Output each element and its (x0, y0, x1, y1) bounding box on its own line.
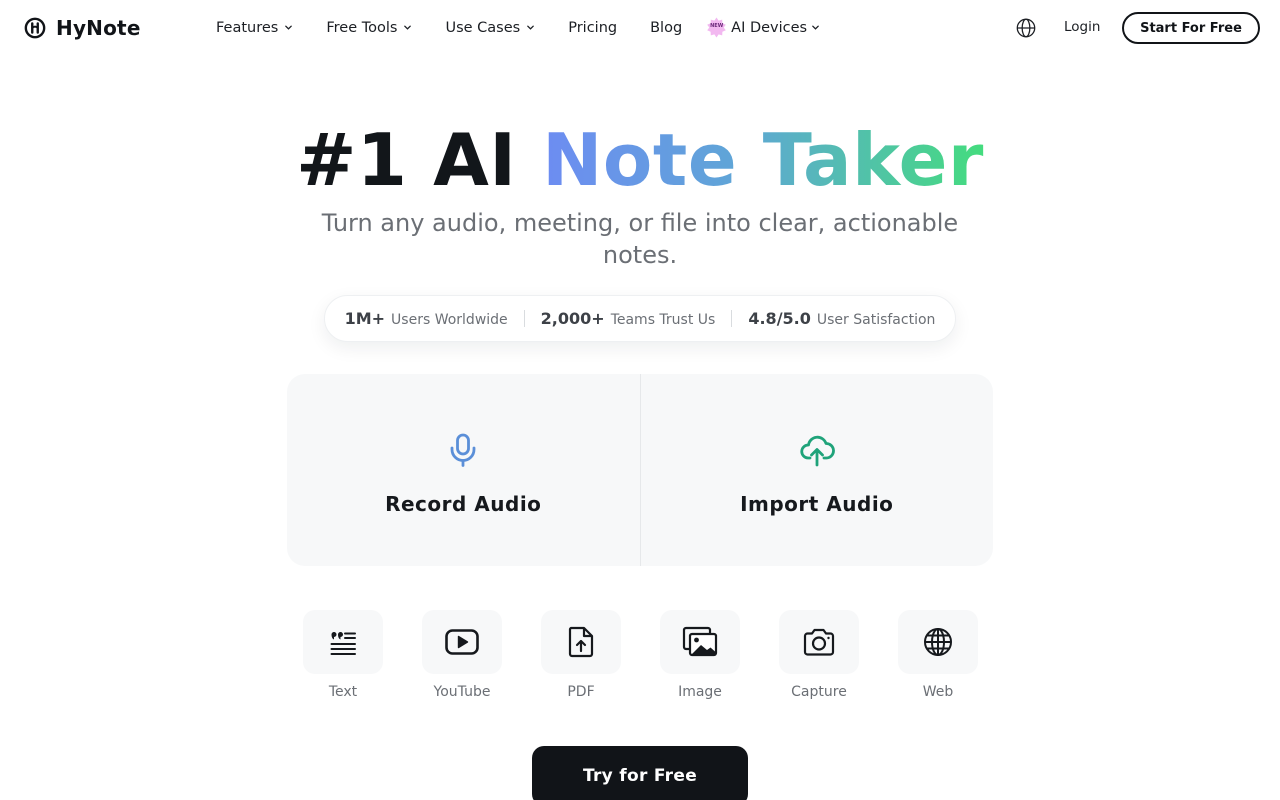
import-audio-button[interactable]: Import Audio (641, 374, 994, 566)
tile-box (303, 610, 383, 674)
hero-title-dark: #1 AI (296, 118, 517, 202)
tile-box (541, 610, 621, 674)
nav-item-pricing[interactable]: Pricing (568, 20, 617, 36)
microphone-icon (450, 433, 476, 467)
nav-item-label: Blog (650, 19, 683, 36)
import-audio-label: Import Audio (740, 492, 894, 516)
tile-box (660, 610, 740, 674)
tile-label: PDF (567, 684, 595, 700)
nav-item-use-cases[interactable]: Use Cases (445, 20, 535, 36)
stat-label: User Satisfaction (816, 312, 936, 328)
tile-label: Text (328, 684, 358, 700)
image-icon (682, 626, 718, 657)
hero-title: #1 AI Note Taker (0, 116, 1280, 204)
source-tiles: Text YouTube PDF Image Capture Web (303, 610, 978, 700)
tile-box (898, 610, 978, 674)
stat-users: 1M+ Users Worldwide (329, 309, 524, 328)
hynote-logo-icon (24, 17, 46, 39)
new-badge-text: NEW (710, 23, 724, 29)
nav-item-blog[interactable]: Blog (650, 20, 682, 36)
stat-value: 4.8/5.0 (748, 309, 811, 328)
tile-label: YouTube (433, 684, 491, 700)
record-audio-label: Record Audio (385, 492, 542, 516)
tile-label: Image (678, 684, 722, 700)
nav-item-label: Free Tools (326, 19, 398, 36)
camera-icon (803, 628, 835, 656)
tile-box (779, 610, 859, 674)
youtube-icon (445, 629, 479, 655)
stat-satisfaction: 4.8/5.0 User Satisfaction (732, 309, 951, 328)
start-for-free-button[interactable]: Start For Free (1122, 12, 1260, 44)
web-globe-icon (924, 628, 952, 656)
nav-item-free-tools[interactable]: Free Tools (326, 20, 412, 36)
chevron-down-icon (404, 25, 412, 30)
stat-value: 1M+ (344, 309, 386, 328)
tile-box (422, 610, 502, 674)
hero-subtitle: Turn any audio, meeting, or file into cl… (321, 209, 959, 269)
tile-label: Capture (791, 684, 847, 700)
try-for-free-button[interactable]: Try for Free (532, 746, 748, 800)
source-web-button[interactable]: Web (898, 610, 978, 700)
nav-item-label: Pricing (568, 19, 618, 36)
site-header: HyNote Features Free Tools Use Cases Pri… (0, 0, 1280, 56)
source-image-button[interactable]: Image (660, 610, 740, 700)
stats-bar: 1M+ Users Worldwide 2,000+ Teams Trust U… (324, 295, 956, 342)
source-youtube-button[interactable]: YouTube (422, 610, 502, 700)
source-capture-button[interactable]: Capture (779, 610, 859, 700)
record-audio-button[interactable]: Record Audio (287, 374, 641, 566)
stat-label: Teams Trust Us (610, 312, 716, 328)
chevron-down-icon (527, 25, 535, 30)
tile-label: Web (922, 684, 954, 700)
main-nav: Features Free Tools Use Cases Pricing Bl… (216, 17, 853, 38)
nav-item-label: AI Devices (731, 19, 808, 36)
cloud-upload-icon (800, 435, 835, 467)
source-pdf-button[interactable]: PDF (541, 610, 621, 700)
login-link[interactable]: Login (1064, 19, 1100, 35)
brand-logo[interactable]: HyNote (24, 16, 141, 40)
hero-title-gradient: Note Taker (542, 118, 984, 202)
pdf-file-icon (568, 626, 594, 658)
brand-name: HyNote (56, 16, 141, 40)
new-badge: NEW (706, 17, 727, 38)
nav-item-features[interactable]: Features (216, 20, 293, 36)
globe-icon[interactable] (1015, 17, 1037, 39)
text-quote-icon (330, 632, 356, 655)
stat-teams: 2,000+ Teams Trust Us (525, 309, 732, 328)
stat-value: 2,000+ (540, 309, 605, 328)
source-text-button[interactable]: Text (303, 610, 383, 700)
nav-item-label: Features (216, 19, 279, 36)
nav-item-ai-devices[interactable]: NEW AI Devices (706, 17, 820, 38)
stat-label: Users Worldwide (391, 312, 508, 328)
chevron-down-icon (285, 25, 293, 30)
audio-options-card: Record Audio Import Audio (287, 374, 993, 566)
chevron-down-icon (812, 25, 819, 30)
nav-item-label: Use Cases (445, 19, 521, 36)
